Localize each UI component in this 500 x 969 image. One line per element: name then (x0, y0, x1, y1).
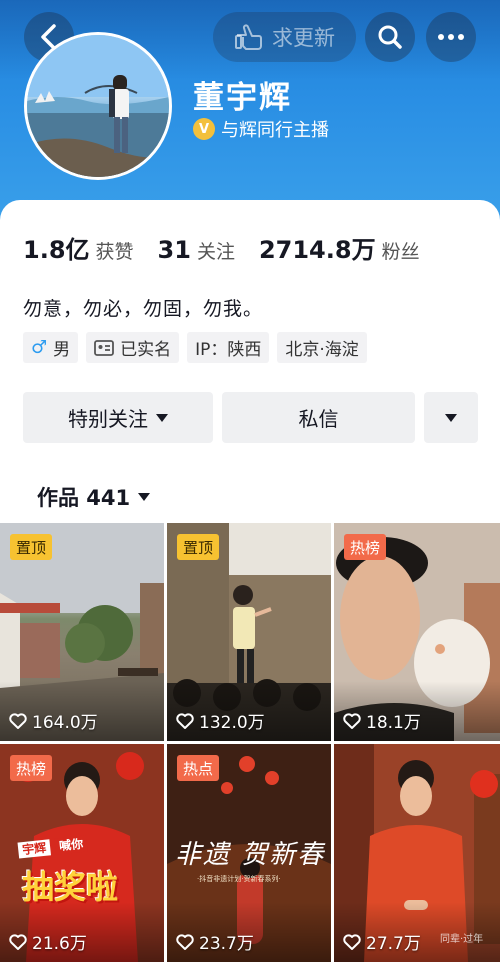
works-label: 作品 441 (37, 486, 131, 510)
stat-following[interactable]: 31 关注 (158, 236, 235, 264)
overlay-subtitle: ·抖音非遗计划·贺新春系列· (197, 875, 281, 883)
search-icon (378, 25, 402, 49)
caret-down-icon (445, 413, 457, 422)
hot-badge: 热榜 (10, 755, 53, 781)
request-update-button[interactable]: 求更新 (213, 12, 356, 62)
likes-value: 132.0万 (199, 713, 265, 733)
likes-count: 132.0万 (176, 708, 265, 733)
bio-text: 勿意，勿必，勿固，勿我。 (23, 298, 264, 320)
location-label: 北京·海淀 (285, 340, 359, 360)
video-tile[interactable]: 置顶 164.0万 (0, 523, 164, 741)
heart-icon (9, 933, 27, 950)
likes-count: 18.1万 (343, 708, 421, 733)
more-actions-button[interactable] (424, 392, 478, 443)
likes-count: 23.7万 (176, 929, 254, 954)
stat-followers-number: 2714.8万 (258, 236, 376, 264)
male-icon: ♂ (31, 337, 48, 358)
verified-badge-icon: V (193, 118, 215, 140)
profile-header: 求更新 董宇辉 V 与辉同行主播 (0, 0, 500, 225)
ip-tag: IP：陕西 (187, 332, 270, 363)
likes-count: 27.7万 (343, 929, 421, 954)
heart-icon (343, 933, 361, 950)
search-button[interactable] (365, 12, 415, 62)
likes-count: 21.6万 (9, 929, 87, 954)
more-dots-icon (438, 34, 464, 40)
pin-badge: 置顶 (10, 534, 53, 560)
request-update-label: 求更新 (272, 26, 335, 50)
message-label: 私信 (298, 407, 339, 431)
stats-row: 1.8亿 获赞 31 关注 2714.8万 粉丝 (23, 230, 444, 265)
stat-following-label: 关注 (196, 241, 235, 263)
gender-tag: ♂ 男 (23, 332, 79, 363)
ip-label: IP：陕西 (195, 340, 262, 360)
likes-value: 27.7万 (366, 934, 421, 954)
special-follow-label: 特别关注 (68, 407, 148, 431)
special-follow-button[interactable]: 特别关注 (23, 392, 213, 443)
gender-label: 男 (53, 340, 71, 360)
hot-badge: 热点 (177, 755, 220, 781)
overlay-caption-top: 宇辉 (17, 839, 52, 859)
heart-icon (343, 712, 361, 729)
stat-followers[interactable]: 2714.8万 粉丝 (259, 230, 420, 265)
location-tag[interactable]: 北京·海淀 (277, 332, 367, 363)
overlay-title: 非遗 贺新春 (175, 840, 326, 870)
avatar-photo (27, 35, 169, 177)
video-tile[interactable]: 热点 非遗 贺新春 ·抖音非遗计划·贺新春系列· 23.7万 (167, 744, 331, 962)
hot-badge: 热榜 (344, 534, 387, 560)
verify-label: 与辉同行主播 (221, 120, 329, 141)
overlay-small-text: 同辈·过年 (440, 934, 484, 945)
likes-value: 164.0万 (32, 713, 98, 733)
caret-down-icon (138, 493, 151, 501)
video-tile[interactable]: 同辈·过年 27.7万 (334, 744, 500, 962)
video-grid: 置顶 164.0万 置顶 132.0万 热榜 18.1万 热榜 宇辉 喊你 抽奖… (0, 523, 500, 962)
overlay-caption-mid: 喊你 (54, 835, 88, 855)
heart-icon (176, 933, 194, 950)
stat-likes-number: 1.8亿 (23, 236, 90, 264)
more-button[interactable] (426, 12, 476, 62)
tag-row: ♂ 男 已实名 IP：陕西 北京·海淀 (23, 332, 367, 363)
overlay-big-text: 抽奖啦 (22, 868, 119, 906)
works-tab[interactable]: 作品 441 (37, 482, 151, 512)
video-tile[interactable]: 热榜 宇辉 喊你 抽奖啦 21.6万 (0, 744, 164, 962)
likes-value: 21.6万 (32, 934, 87, 954)
likes-count: 164.0万 (9, 708, 98, 733)
stat-following-number: 31 (157, 236, 191, 264)
stat-likes-label: 获赞 (95, 241, 134, 263)
profile-card: 1.8亿 获赞 31 关注 2714.8万 粉丝 勿意，勿必，勿固，勿我。 ♂ … (0, 200, 500, 969)
caret-down-icon (156, 413, 168, 422)
stat-followers-label: 粉丝 (381, 241, 420, 263)
likes-value: 18.1万 (366, 713, 421, 733)
action-row: 特别关注 私信 (23, 392, 478, 443)
video-tile[interactable]: 置顶 132.0万 (167, 523, 331, 741)
video-tile[interactable]: 热榜 18.1万 (334, 523, 500, 741)
hand-point-icon (235, 24, 262, 50)
message-button[interactable]: 私信 (222, 392, 415, 443)
avatar[interactable] (24, 32, 172, 180)
pin-badge: 置顶 (177, 534, 220, 560)
realname-tag: 已实名 (86, 332, 180, 363)
heart-icon (176, 712, 194, 729)
heart-icon (9, 712, 27, 729)
verify-row: V 与辉同行主播 (193, 116, 329, 142)
likes-value: 23.7万 (199, 934, 254, 954)
profile-name: 董宇辉 (193, 80, 292, 116)
id-card-icon (94, 339, 115, 356)
stat-likes[interactable]: 1.8亿 获赞 (23, 230, 134, 265)
realname-label: 已实名 (120, 340, 172, 360)
